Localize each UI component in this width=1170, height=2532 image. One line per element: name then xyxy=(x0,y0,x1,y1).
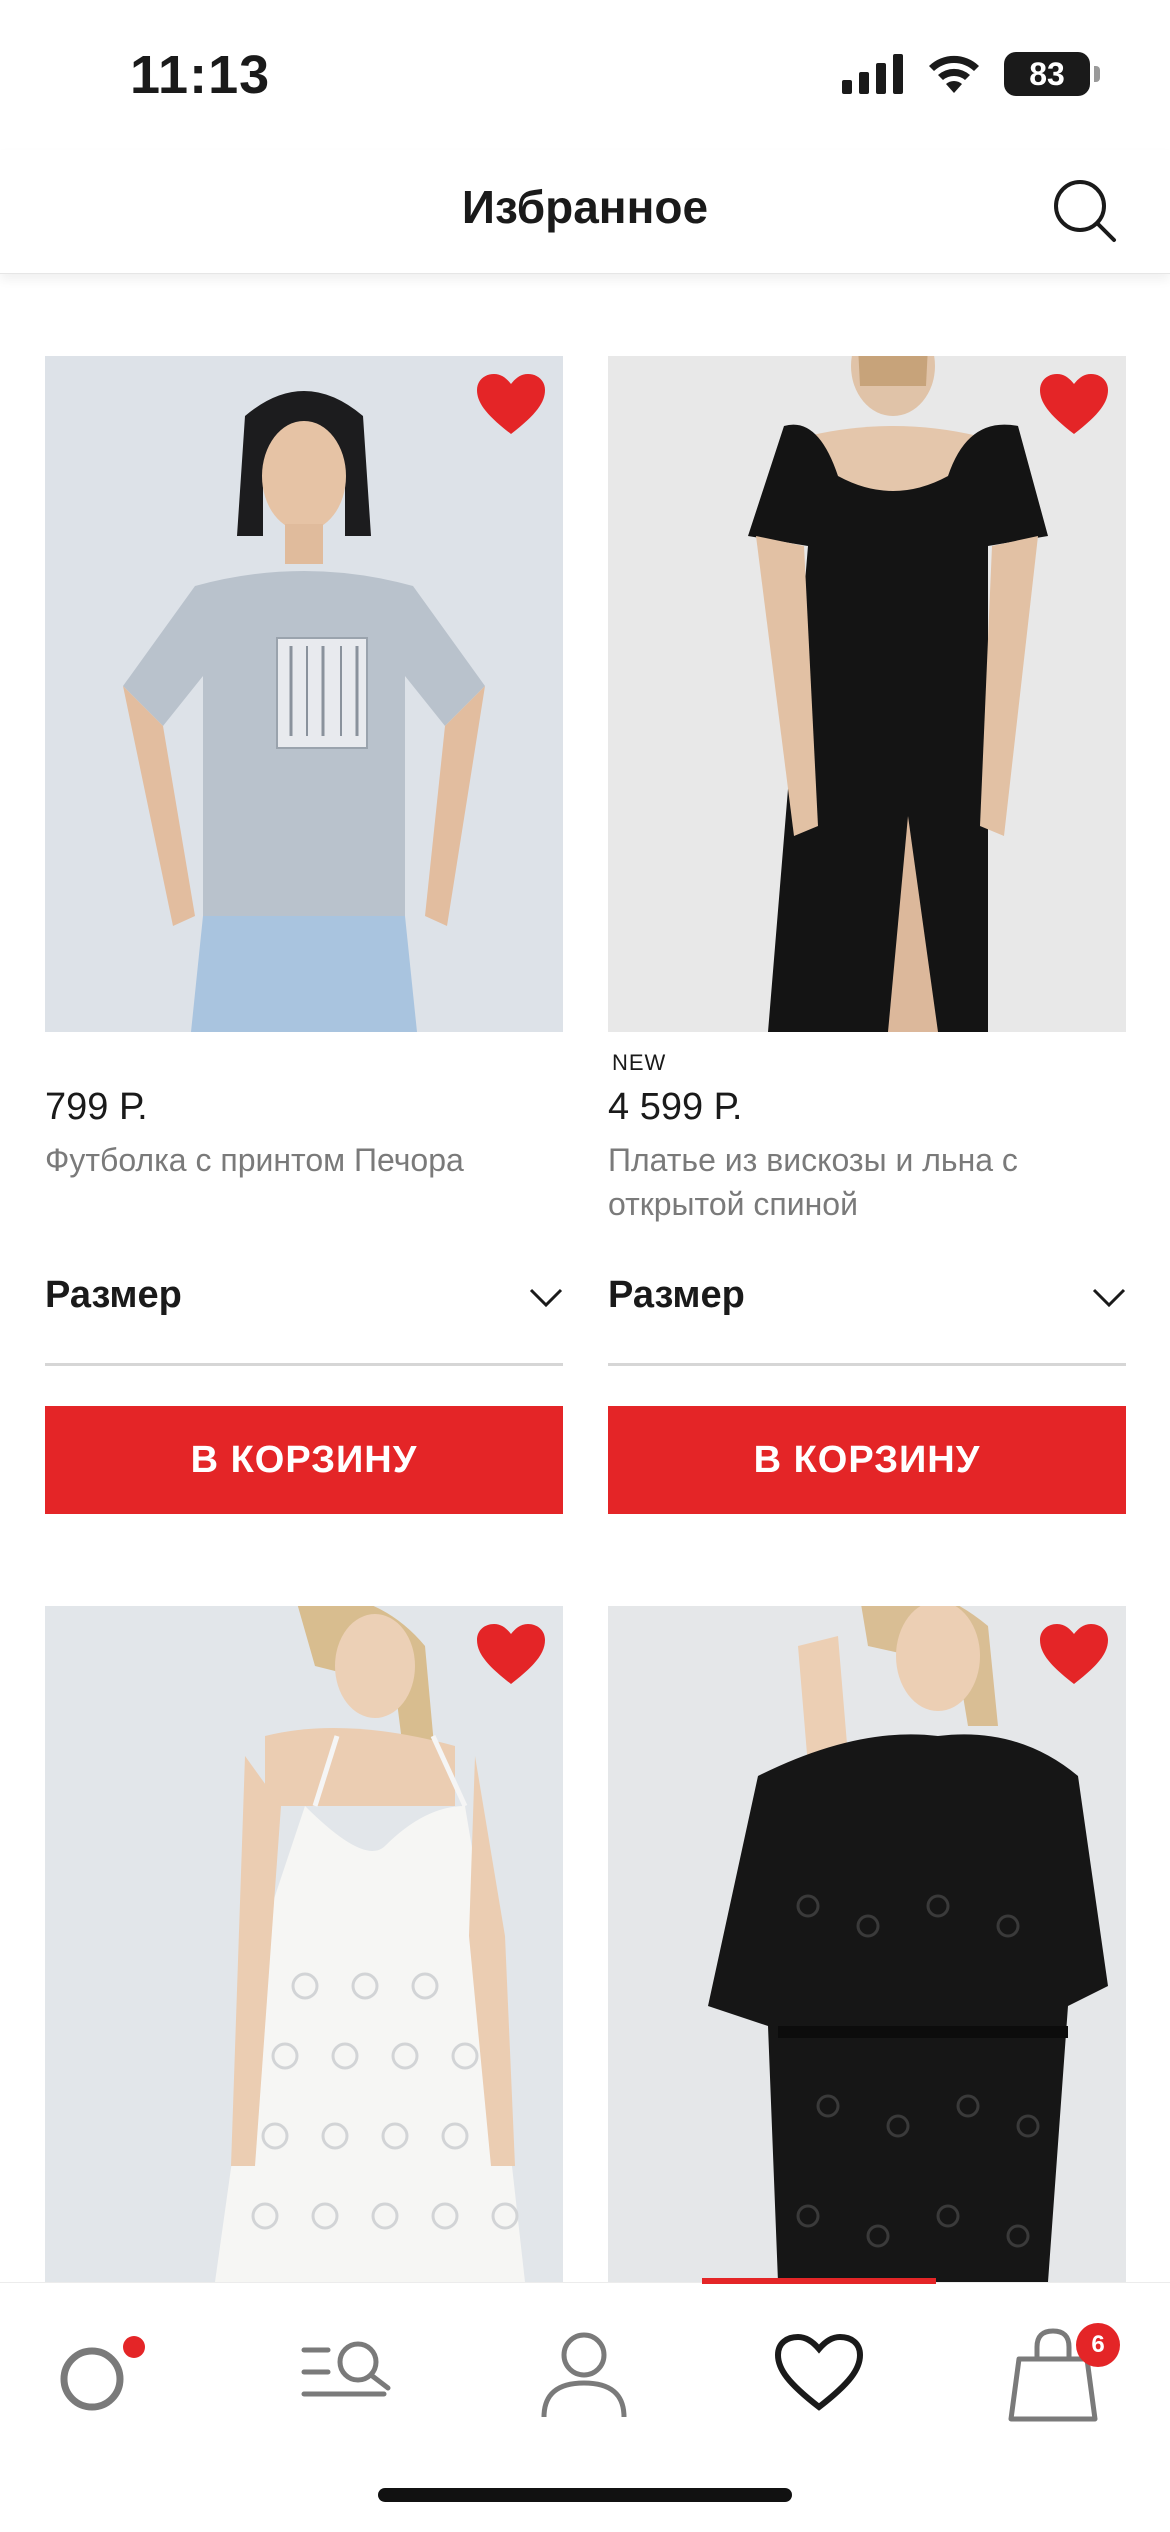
home-indicator xyxy=(378,2488,792,2502)
favorite-heart-icon[interactable] xyxy=(1038,372,1110,438)
cart-count-badge: 6 xyxy=(1076,2323,1120,2367)
battery-indicator: 83 xyxy=(1004,52,1100,96)
wifi-icon xyxy=(929,55,979,93)
size-select[interactable]: Размер xyxy=(608,1262,1126,1366)
new-badge: NEW xyxy=(612,1050,667,1075)
product-card[interactable]: 799 Р. Футболка с принтом Печора Размер … xyxy=(45,356,563,1514)
search-icon[interactable] xyxy=(1046,172,1126,252)
add-to-cart-button[interactable]: В КОРЗИНУ xyxy=(608,1406,1126,1514)
tshirt-model-photo xyxy=(45,356,563,1032)
product-image[interactable] xyxy=(45,356,563,1032)
white-dress-model-photo xyxy=(45,1606,563,2282)
size-select[interactable]: Размер xyxy=(45,1262,563,1366)
tab-favorites[interactable] xyxy=(754,2313,884,2433)
product-name[interactable]: Футболка с принтом Печора xyxy=(45,1138,563,1182)
chevron-down-icon xyxy=(1092,1288,1126,1308)
size-select-label: Размер xyxy=(608,1274,745,1316)
size-select-label: Размер xyxy=(45,1274,182,1316)
chevron-down-icon xyxy=(529,1288,563,1308)
catalog-search-icon xyxy=(301,2341,391,2397)
product-price: 4 599 Р. xyxy=(608,1086,743,1128)
app-header: Избранное xyxy=(0,150,1170,274)
status-time: 11:13 xyxy=(130,45,271,105)
status-icons: 83 xyxy=(842,52,1100,96)
product-name[interactable]: Платье из вискозы и льна с открытой спин… xyxy=(608,1138,1126,1226)
tab-profile[interactable] xyxy=(519,2313,649,2433)
active-tab-indicator xyxy=(702,2278,936,2284)
user-profile-icon xyxy=(541,2332,627,2418)
product-image[interactable] xyxy=(608,1606,1126,2282)
tab-cart[interactable]: 6 xyxy=(988,2313,1120,2433)
product-image[interactable] xyxy=(608,356,1126,1032)
favorites-heart-icon xyxy=(774,2333,864,2411)
product-card[interactable] xyxy=(608,1606,1126,2282)
favorite-heart-icon[interactable] xyxy=(475,1622,547,1688)
status-bar: 11:13 83 xyxy=(0,0,1170,150)
favorite-heart-icon[interactable] xyxy=(475,372,547,438)
add-to-cart-button[interactable]: В КОРЗИНУ xyxy=(45,1406,563,1514)
page-title: Избранное xyxy=(461,181,709,233)
product-card[interactable] xyxy=(45,1606,563,2282)
tab-home[interactable] xyxy=(36,2313,166,2433)
product-image[interactable] xyxy=(45,1606,563,2282)
cellular-signal-icon xyxy=(842,54,903,94)
favorite-heart-icon[interactable] xyxy=(1038,1622,1110,1688)
product-price: 799 Р. xyxy=(45,1086,148,1128)
home-logo-icon xyxy=(60,2336,145,2411)
black-dress-model-photo xyxy=(608,1606,1126,2282)
tab-catalog[interactable] xyxy=(283,2313,413,2433)
dress-model-photo xyxy=(608,356,1126,1032)
product-card[interactable]: NEW 4 599 Р. Платье из вискозы и льна с … xyxy=(608,356,1126,1514)
